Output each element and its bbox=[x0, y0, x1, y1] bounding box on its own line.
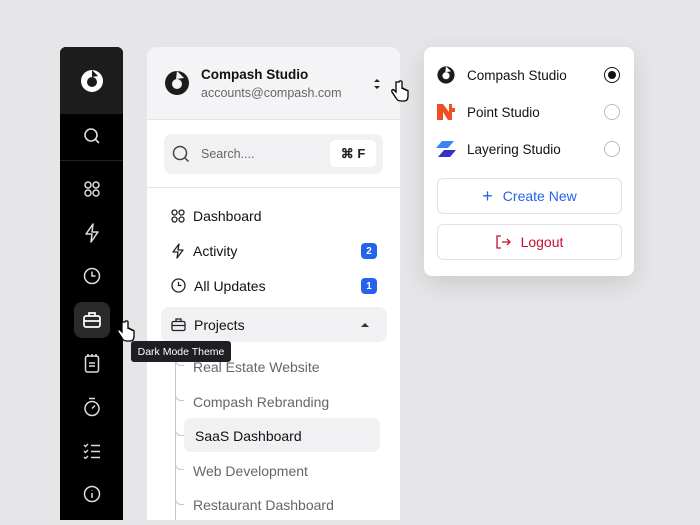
compash-logo-icon bbox=[80, 69, 103, 92]
radio-unselected[interactable] bbox=[604, 141, 620, 157]
nav-label: All Updates bbox=[194, 277, 266, 294]
rail-dashboard[interactable] bbox=[60, 171, 123, 207]
rail-timer[interactable] bbox=[60, 389, 123, 425]
workspace-name: Compash Studio bbox=[467, 67, 567, 83]
logout-label: Logout bbox=[520, 234, 564, 250]
radio-unselected[interactable] bbox=[604, 104, 620, 120]
bolt-icon bbox=[172, 242, 184, 259]
project-item[interactable]: Restaurant Dashboard bbox=[193, 497, 334, 513]
compash-logo-icon bbox=[437, 66, 455, 84]
account-switcher[interactable]: Compash Studio accounts@compash.com bbox=[147, 47, 400, 120]
rail-info[interactable] bbox=[60, 476, 123, 512]
layering-logo-icon bbox=[436, 141, 456, 157]
caret-up-icon[interactable] bbox=[361, 322, 369, 327]
workspace-point[interactable]: Point Studio bbox=[436, 100, 622, 124]
clock-icon bbox=[83, 267, 100, 285]
chevron-updown-icon[interactable] bbox=[373, 77, 381, 91]
app-logo[interactable] bbox=[60, 47, 123, 114]
project-item[interactable]: Web Development bbox=[193, 463, 308, 479]
create-new-button[interactable]: + Create New bbox=[437, 178, 622, 214]
plus-icon: + bbox=[482, 185, 493, 206]
point-logo-icon bbox=[437, 104, 455, 120]
nav-dashboard[interactable]: Dashboard bbox=[161, 198, 387, 233]
nav-label: Dashboard bbox=[193, 207, 262, 224]
nav-label: Activity bbox=[193, 242, 238, 259]
count-badge: 1 bbox=[361, 278, 377, 294]
radio-selected[interactable] bbox=[604, 67, 620, 83]
rail-search[interactable] bbox=[60, 118, 123, 154]
clock-icon bbox=[171, 278, 186, 293]
logout-icon bbox=[495, 235, 511, 249]
notepad-icon bbox=[84, 354, 99, 373]
workspace-layering[interactable]: Layering Studio bbox=[436, 137, 622, 161]
compash-logo-icon bbox=[165, 71, 189, 95]
nav-label: Projects bbox=[194, 316, 245, 333]
create-new-label: Create New bbox=[502, 188, 577, 204]
nav-projects[interactable]: Projects bbox=[161, 307, 387, 342]
nav-activity[interactable]: Activity 2 bbox=[161, 233, 387, 268]
project-item-active[interactable]: SaaS Dashboard bbox=[195, 428, 302, 444]
workspace-name: Layering Studio bbox=[467, 141, 561, 157]
project-item[interactable]: Compash Rebranding bbox=[193, 394, 329, 410]
tooltip: Dark Mode Theme bbox=[131, 341, 231, 362]
shortcut-badge: ⌘ F bbox=[330, 140, 376, 167]
search-input[interactable]: Search.... ⌘ F bbox=[164, 134, 383, 174]
search-icon bbox=[172, 145, 190, 163]
rail-activity[interactable] bbox=[60, 215, 123, 251]
workspace-dropdown: Compash Studio Point Studio Layering Stu… bbox=[424, 47, 634, 276]
rail-projects[interactable] bbox=[60, 302, 123, 338]
rail-notes[interactable] bbox=[60, 345, 123, 381]
briefcase-icon bbox=[171, 317, 186, 331]
logout-button[interactable]: Logout bbox=[437, 224, 622, 260]
search-icon bbox=[83, 128, 100, 144]
rail-updates[interactable] bbox=[60, 258, 123, 294]
hand-cursor-icon bbox=[391, 80, 409, 102]
search-placeholder: Search.... bbox=[201, 147, 255, 161]
count-badge: 2 bbox=[361, 243, 377, 259]
grid-icon bbox=[171, 208, 185, 223]
stopwatch-icon bbox=[83, 397, 100, 417]
rail-tasks[interactable] bbox=[60, 433, 123, 469]
hand-cursor-icon bbox=[117, 320, 135, 342]
checklist-icon bbox=[83, 443, 100, 459]
sidebar-panel: Compash Studio accounts@compash.com Sear… bbox=[147, 47, 400, 520]
info-icon bbox=[83, 485, 100, 503]
nav-all-updates[interactable]: All Updates 1 bbox=[161, 268, 387, 303]
grid-icon bbox=[83, 181, 100, 197]
workspace-name: Point Studio bbox=[467, 104, 540, 120]
bolt-icon bbox=[84, 223, 99, 243]
icon-rail bbox=[60, 47, 123, 520]
briefcase-icon bbox=[82, 312, 101, 328]
account-email: accounts@compash.com bbox=[201, 86, 342, 100]
workspace-compash[interactable]: Compash Studio bbox=[436, 63, 622, 87]
account-name: Compash Studio bbox=[201, 67, 309, 82]
